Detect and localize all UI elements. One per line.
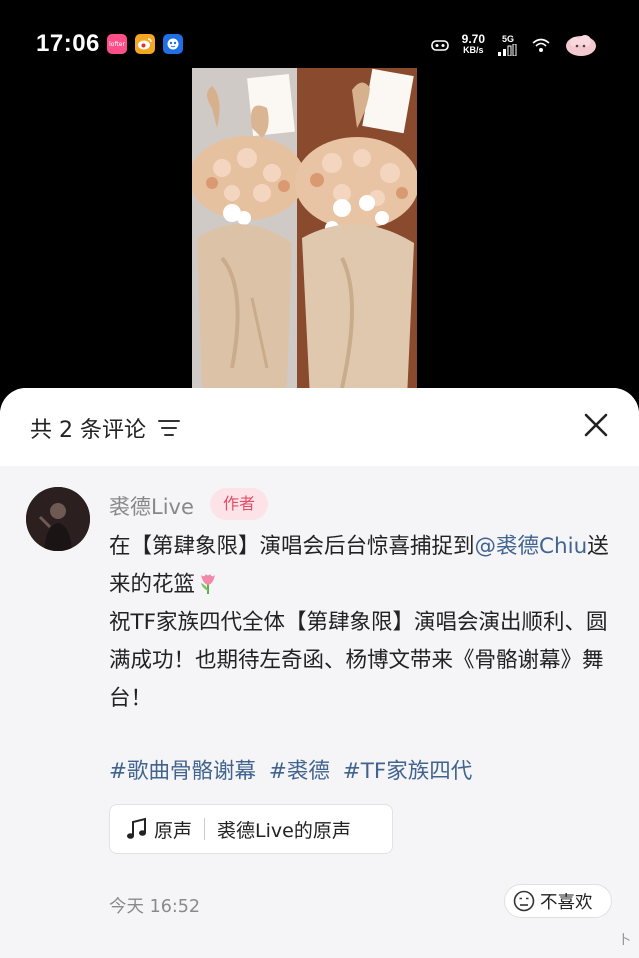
post-photo[interactable]	[192, 68, 417, 398]
author-badge: 作者	[210, 488, 269, 520]
status-indicators: 9.70 KB/s 5G	[430, 30, 599, 60]
audio-source: 裘德Live的原声	[217, 819, 351, 842]
tulip-emoji-icon	[201, 574, 216, 594]
net-speed-value: 9.70	[461, 32, 485, 46]
bird-app-icon	[163, 34, 183, 54]
music-note-icon	[127, 817, 146, 839]
comment-body: 在【第肆象限】演唱会后台惊喜捕捉到@裘德Chiu送来的花篮 祝TF家族四代全体【…	[109, 528, 619, 718]
sheet-header: 共 2 条评论	[0, 388, 639, 466]
flower-baskets-image	[192, 68, 417, 398]
signal-type: 5G	[501, 34, 514, 44]
comment-timestamp: 今天 16:52	[109, 897, 200, 917]
close-icon[interactable]	[581, 410, 611, 440]
author-name[interactable]: 裘德Live	[109, 491, 194, 521]
audio-label: 原声	[154, 819, 193, 842]
status-bar: 17:06 lofter 9.70 KB/s 5G	[0, 0, 639, 70]
comment-item: 裘德Live 作者 在【第肆象限】演唱会后台惊喜捕捉到@裘德Chiu送来的花篮 …	[0, 466, 639, 958]
signal-bars-icon	[498, 44, 517, 56]
cell-signal: 5G	[497, 34, 519, 56]
status-time: 17:06	[36, 30, 100, 57]
mention-link[interactable]: @裘德Chiu	[475, 534, 588, 559]
original-audio-chip[interactable]: 原声 裘德Live的原声	[109, 804, 393, 854]
filter-icon[interactable]	[158, 419, 180, 437]
comment-text-line1: 在【第肆象限】演唱会后台惊喜捕捉到	[109, 534, 475, 559]
net-speed-unit: KB/s	[463, 45, 484, 55]
weibo-app-icon	[135, 34, 155, 54]
wifi-icon	[532, 38, 550, 52]
dislike-button[interactable]: 不喜欢	[504, 884, 612, 918]
hashtag-artist[interactable]: #裘德	[269, 759, 330, 784]
comment-text-paragraph2: 祝TF家族四代全体【第肆象限】演唱会演出顺利、圆满成功！也期待左奇函、杨博文带来…	[109, 610, 608, 711]
watermark: 卜	[617, 933, 631, 948]
hashtags: #歌曲骨骼谢幕 #裘德 #TF家族四代	[109, 754, 478, 785]
net-speed: 9.70 KB/s	[461, 32, 485, 56]
vpn-icon	[430, 40, 449, 51]
dislike-label: 不喜欢	[540, 892, 593, 913]
battery-icon	[566, 35, 596, 56]
avatar-image	[26, 487, 90, 551]
sad-face-icon	[513, 890, 535, 912]
avatar[interactable]	[26, 487, 90, 551]
comments-sheet: 共 2 条评论 裘德Live 作者 在【第肆象限】演唱会后台惊喜捕捉到@裘德Ch…	[0, 388, 639, 958]
audio-divider	[204, 818, 206, 840]
hashtag-song[interactable]: #歌曲骨骼谢幕	[109, 759, 256, 784]
lofter-app-icon: lofter	[107, 34, 127, 54]
comments-count-title: 共 2 条评论	[30, 418, 146, 443]
hashtag-tf-family[interactable]: #TF家族四代	[343, 759, 473, 784]
